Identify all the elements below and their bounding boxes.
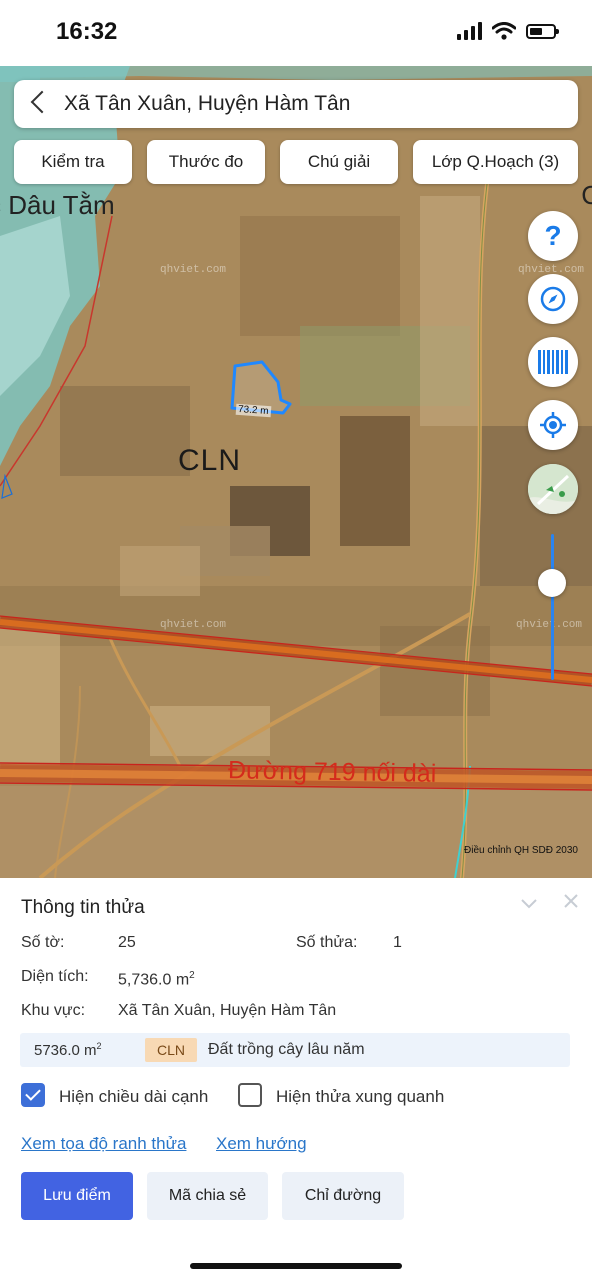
road-label: Đường 719 nối dài	[227, 756, 437, 788]
area-label: Diện tích:	[21, 968, 89, 985]
land-use-area: 5736.0 m2	[34, 1041, 102, 1059]
battery-icon	[526, 23, 559, 39]
status-time: 16:32	[56, 18, 118, 45]
show-neighbors-checkbox[interactable]	[238, 1083, 262, 1107]
check-button[interactable]: Kiểm tra	[14, 140, 132, 184]
map-edge-label: C	[581, 180, 592, 210]
land-use-description: Đất trồng cây lâu năm	[208, 1041, 365, 1058]
view-boundary-coordinates-link[interactable]: Xem tọa độ ranh thửa	[21, 1134, 186, 1154]
share-code-button[interactable]: Mã chia sẻ	[147, 1172, 268, 1220]
sheet-number-value: 25	[118, 934, 136, 951]
map-toolbar: Kiểm tra Thước đo Chú giải Lớp Q.Hoạch (…	[14, 140, 578, 184]
region-value: Xã Tân Xuân, Huyện Hàm Tân	[118, 1002, 337, 1019]
planning-layers-button[interactable]: Lớp Q.Hoạch (3)	[413, 140, 578, 184]
view-direction-link[interactable]: Xem hướng	[216, 1134, 307, 1154]
region-label: Khu vực:	[21, 1002, 86, 1019]
legend-button[interactable]: Chú giải	[280, 140, 398, 184]
wifi-icon	[492, 22, 516, 40]
show-neighbors-label[interactable]: Hiện thửa xung quanh	[276, 1087, 444, 1107]
close-icon[interactable]	[562, 892, 580, 910]
locate-button[interactable]	[528, 400, 578, 450]
compass-button[interactable]	[528, 274, 578, 324]
land-type-label: CLN	[178, 444, 242, 477]
watermark: qhviet.com	[160, 264, 227, 276]
help-button[interactable]: ?	[528, 211, 578, 261]
parcel-number-value: 1	[393, 934, 402, 951]
edge-length-label: 73.2 m	[235, 403, 271, 418]
cellular-signal-icon	[457, 22, 482, 40]
map-view[interactable]: c Dâu Tằm C 73.2 m CLN Đường 719 nối dài…	[0, 66, 592, 878]
map-layer-icon	[528, 464, 578, 514]
plan-layer-label: Điều chỉnh QH SDĐ 2030	[464, 845, 578, 856]
zoom-slider-track[interactable]	[551, 534, 554, 680]
map-place-label: c Dâu Tằm	[0, 190, 115, 220]
sheet-number-label: Số tờ:	[21, 934, 65, 951]
area-value: 5,736.0 m2	[118, 970, 195, 989]
ruler-button[interactable]: Thước đo	[147, 140, 265, 184]
location-search-bar[interactable]: Xã Tân Xuân, Huyện Hàm Tân	[14, 80, 578, 128]
sheet-title: Thông tin thửa	[21, 897, 145, 918]
back-icon[interactable]	[30, 90, 54, 114]
location-title: Xã Tân Xuân, Huyện Hàm Tân	[64, 92, 351, 115]
map-imagery	[0, 66, 592, 878]
status-icons	[457, 22, 559, 40]
status-bar: 16:32	[0, 0, 592, 66]
land-use-code-badge: CLN	[145, 1038, 198, 1062]
zoom-slider-thumb[interactable]	[538, 569, 566, 597]
show-edge-length-checkbox[interactable]	[21, 1083, 45, 1107]
parcel-number-label: Số thửa:	[296, 934, 358, 951]
directions-button[interactable]: Chỉ đường	[282, 1172, 404, 1220]
barcode-icon	[538, 350, 568, 374]
barcode-button[interactable]	[528, 337, 578, 387]
show-edge-length-label[interactable]: Hiện chiều dài cạnh	[59, 1087, 208, 1107]
watermark: qhviet.com	[516, 619, 583, 631]
chevron-down-icon[interactable]	[520, 894, 538, 912]
locate-icon	[540, 412, 566, 438]
watermark: qhviet.com	[160, 619, 227, 631]
save-point-button[interactable]: Lưu điểm	[21, 1172, 133, 1220]
land-use-row: 5736.0 m2 CLN Đất trồng cây lâu năm	[20, 1033, 570, 1067]
home-indicator[interactable]	[190, 1263, 402, 1269]
compass-icon	[540, 286, 566, 312]
help-icon: ?	[544, 220, 562, 251]
map-layer-button[interactable]	[528, 464, 578, 514]
parcel-info-sheet: Thông tin thửa Số tờ: 25 Số thửa: 1 Diện…	[0, 878, 592, 1280]
